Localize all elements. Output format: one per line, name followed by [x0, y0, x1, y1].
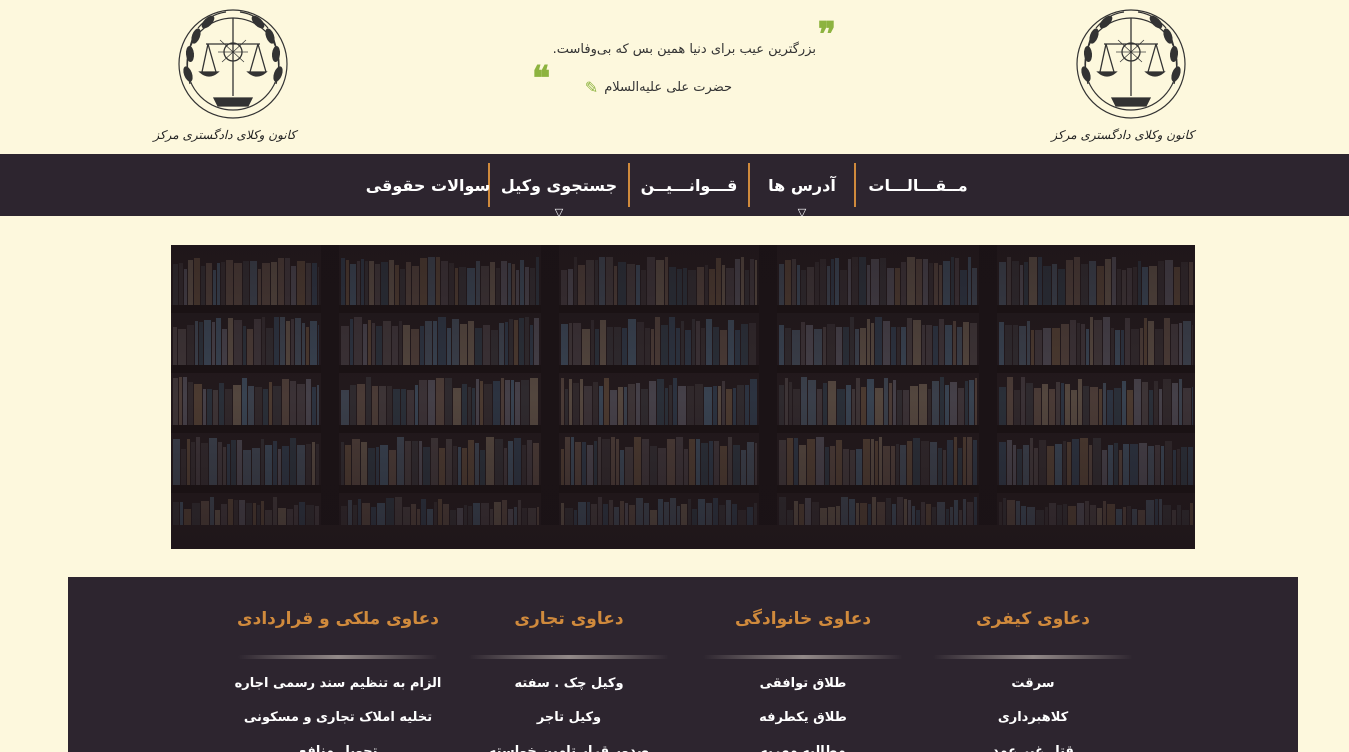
nav-item-addresses[interactable]: آدرس ها ▽: [750, 163, 854, 220]
category-link[interactable]: قتل غیر عمد: [918, 743, 1148, 752]
nav-item-label: آدرس ها: [768, 175, 836, 195]
chevron-down-icon: ▽: [554, 206, 564, 219]
pen-icon: ✎: [584, 78, 599, 97]
category-link[interactable]: طلاق یکطرفه: [688, 709, 918, 743]
category-title[interactable]: دعاوی تجاری: [454, 609, 684, 633]
bookshelf-illustration: [171, 245, 1195, 549]
category-link[interactable]: وکیل چک . سفته: [454, 675, 684, 709]
emblem-caption: کانون وکلای دادگستری مرکز: [153, 128, 296, 142]
category-title[interactable]: دعاوی خانوادگی: [688, 609, 918, 633]
divider: [933, 655, 1133, 659]
category-property: دعاوی ملکی و قراردادی الزام به تنظیم سند…: [223, 577, 453, 752]
category-link[interactable]: وکیل تاجر: [454, 709, 684, 743]
quote-author-name: حضرت علی علیه‌السلام: [604, 80, 732, 95]
category-list: طلاق توافقی طلاق یکطرفه مطالبه مهریه: [688, 675, 918, 752]
divider: [469, 655, 669, 659]
nav-item-label: قـــوانـــیــن: [640, 175, 738, 195]
category-list: سرقت کلاهبرداری قتل غیر عمد: [918, 675, 1148, 752]
category-link[interactable]: مطالبه مهریه: [688, 743, 918, 752]
category-link[interactable]: صدور قرار تامین خواسته: [454, 743, 684, 752]
quote-close-icon: ❝: [532, 59, 551, 99]
scales-of-justice-emblem-icon: [178, 9, 288, 119]
legal-categories-section: دعاوی کیفری سرقت کلاهبرداری قتل غیر عمد …: [68, 577, 1298, 752]
nav-item-laws[interactable]: قـــوانـــیــن: [630, 163, 748, 207]
main-navigation: مــقـــالـــات آدرس ها ▽ قـــوانـــیــن …: [0, 154, 1349, 220]
nav-menu: مــقـــالـــات آدرس ها ▽ قـــوانـــیــن …: [365, 163, 980, 220]
emblem-caption: کانون وکلای دادگستری مرکز: [1051, 128, 1194, 142]
nav-item-lawyer-search[interactable]: جستجوی وکیل ▽: [490, 163, 628, 220]
logo-emblem-left[interactable]: کانون وکلای دادگستری مرکز: [153, 4, 296, 150]
nav-item-legal-questions[interactable]: سوالات حقوقی: [365, 163, 491, 207]
nav-item-label: جستجوی وکیل: [500, 175, 618, 195]
nav-item-articles[interactable]: مــقـــالـــات: [856, 163, 980, 207]
nav-item-label: سوالات حقوقی: [365, 175, 491, 195]
category-criminal: دعاوی کیفری سرقت کلاهبرداری قتل غیر عمد: [918, 577, 1148, 752]
quote-open-icon: ❞: [817, 15, 836, 55]
logo-emblem-right[interactable]: کانون وکلای دادگستری مرکز: [1051, 4, 1194, 150]
site-header: کانون وکلای دادگستری مرکز ❞ بزرگترین عیب…: [0, 0, 1349, 154]
category-family: دعاوی خانوادگی طلاق توافقی طلاق یکطرفه م…: [688, 577, 918, 752]
scales-of-justice-emblem-icon: [1076, 9, 1186, 119]
category-commercial: دعاوی تجاری وکیل چک . سفته وکیل تاجر صدو…: [454, 577, 684, 752]
category-link[interactable]: سرقت: [918, 675, 1148, 709]
category-link[interactable]: الزام به تنظیم سند رسمی اجاره: [223, 675, 453, 709]
category-link[interactable]: کلاهبرداری: [918, 709, 1148, 743]
divider: [238, 655, 438, 659]
category-title[interactable]: دعاوی کیفری: [918, 609, 1148, 633]
quote-text: بزرگترین عیب برای دنیا همین بس که بی‌وفا…: [552, 42, 816, 57]
category-list: الزام به تنظیم سند رسمی اجاره تخلیه املا…: [223, 675, 453, 752]
nav-item-label: مــقـــالـــات: [868, 175, 968, 195]
quote-author: حضرت علی علیه‌السلام ✎: [585, 78, 732, 97]
category-link[interactable]: تخلیه املاک تجاری و مسکونی: [223, 709, 453, 743]
quote-of-the-day: ❞ بزرگترین عیب برای دنیا همین بس که بی‌و…: [530, 18, 840, 102]
chevron-down-icon: ▽: [797, 206, 807, 219]
divider: [703, 655, 903, 659]
category-title[interactable]: دعاوی ملکی و قراردادی: [223, 609, 453, 633]
category-list: وکیل چک . سفته وکیل تاجر صدور قرار تامین…: [454, 675, 684, 752]
category-link[interactable]: طلاق توافقی: [688, 675, 918, 709]
category-link[interactable]: تحویل منافع: [223, 743, 453, 752]
hero-library-image: [171, 245, 1195, 549]
